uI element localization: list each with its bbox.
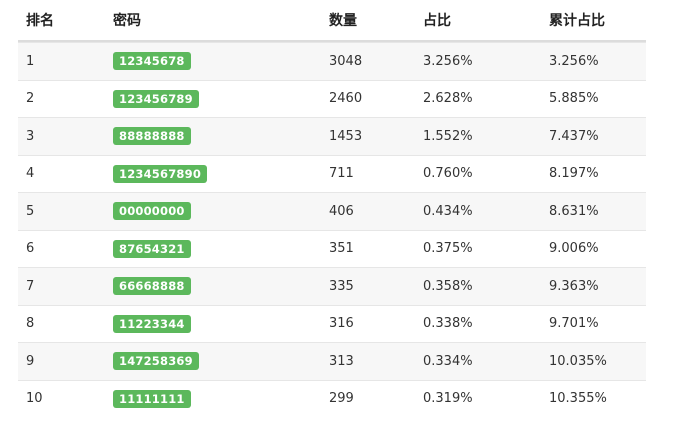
password-cell: 123456789	[113, 89, 329, 108]
password-ranking-table: 排名 密码 数量 占比 累计占比 1 12345678 3048 3.256% …	[18, 0, 646, 417]
cumulative-cell: 10.355%	[549, 391, 607, 407]
cumulative-cell: 7.437%	[549, 128, 599, 144]
password-badge: 1234567890	[113, 164, 208, 183]
ratio-cell: 3.256%	[423, 53, 473, 69]
password-cell: 00000000	[113, 202, 329, 221]
count-cell: 711	[329, 166, 354, 182]
password-cell: 1234567890	[113, 164, 329, 183]
cumulative-cell: 8.631%	[549, 203, 599, 219]
count-cell: 313	[329, 353, 354, 369]
password-badge: 00000000	[113, 202, 191, 221]
count-cell: 335	[329, 278, 354, 294]
rank-cell: 5	[26, 203, 35, 219]
cumulative-cell: 8.197%	[549, 166, 599, 182]
password-badge: 11223344	[113, 314, 191, 333]
password-badge: 88888888	[113, 127, 191, 146]
cumulative-cell: 5.885%	[549, 91, 599, 107]
count-cell: 406	[329, 203, 354, 219]
password-cell: 87654321	[113, 239, 329, 258]
count-cell: 299	[329, 391, 354, 407]
password-cell: 11223344	[113, 314, 329, 333]
rank-cell: 2	[26, 91, 35, 107]
cumulative-cell: 9.701%	[549, 316, 599, 332]
password-badge: 12345678	[113, 52, 191, 71]
cumulative-cell: 10.035%	[549, 353, 607, 369]
header-count: 数量	[329, 13, 357, 29]
ratio-cell: 0.760%	[423, 166, 473, 182]
password-badge: 123456789	[113, 89, 199, 108]
rank-cell: 6	[26, 241, 35, 257]
password-cell: 11111111	[113, 389, 329, 408]
table-row: 7 66668888 335 0.358% 9.363%	[18, 267, 646, 305]
table-row: 9 147258369 313 0.334% 10.035%	[18, 342, 646, 380]
table-row: 3 88888888 1453 1.552% 7.437%	[18, 117, 646, 155]
header-password: 密码	[113, 13, 141, 29]
cumulative-cell: 3.256%	[549, 53, 599, 69]
table-header-row: 排名 密码 数量 占比 累计占比	[18, 0, 646, 42]
rank-cell: 4	[26, 166, 35, 182]
count-cell: 2460	[329, 91, 363, 107]
header-ratio: 占比	[423, 13, 451, 29]
header-cumulative: 累计占比	[549, 13, 605, 29]
ratio-cell: 0.434%	[423, 203, 473, 219]
rank-cell: 3	[26, 128, 35, 144]
password-badge: 147258369	[113, 352, 199, 371]
rank-cell: 7	[26, 278, 35, 294]
password-cell: 88888888	[113, 127, 329, 146]
count-cell: 316	[329, 316, 354, 332]
cumulative-cell: 9.006%	[549, 241, 599, 257]
table-row: 1 12345678 3048 3.256% 3.256%	[18, 42, 646, 80]
ratio-cell: 0.375%	[423, 241, 473, 257]
table-row: 10 11111111 299 0.319% 10.355%	[18, 379, 646, 418]
ratio-cell: 0.334%	[423, 353, 473, 369]
count-cell: 351	[329, 241, 354, 257]
password-badge: 66668888	[113, 277, 191, 296]
table-row: 2 123456789 2460 2.628% 5.885%	[18, 79, 646, 118]
table-row: 8 11223344 316 0.338% 9.701%	[18, 304, 646, 343]
count-cell: 3048	[329, 53, 363, 69]
ratio-cell: 0.358%	[423, 278, 473, 294]
ratio-cell: 0.338%	[423, 316, 473, 332]
header-rank: 排名	[26, 13, 54, 29]
count-cell: 1453	[329, 128, 363, 144]
rank-cell: 1	[26, 53, 35, 69]
table-row: 6 87654321 351 0.375% 9.006%	[18, 229, 646, 268]
ratio-cell: 1.552%	[423, 128, 473, 144]
password-badge: 87654321	[113, 239, 191, 258]
table-row: 4 1234567890 711 0.760% 8.197%	[18, 154, 646, 193]
rank-cell: 9	[26, 353, 35, 369]
password-cell: 12345678	[113, 52, 329, 71]
ratio-cell: 0.319%	[423, 391, 473, 407]
password-cell: 147258369	[113, 352, 329, 371]
password-badge: 11111111	[113, 389, 191, 408]
cumulative-cell: 9.363%	[549, 278, 599, 294]
password-cell: 66668888	[113, 277, 329, 296]
rank-cell: 10	[26, 391, 43, 407]
table-row: 5 00000000 406 0.434% 8.631%	[18, 192, 646, 230]
rank-cell: 8	[26, 316, 35, 332]
ratio-cell: 2.628%	[423, 91, 473, 107]
